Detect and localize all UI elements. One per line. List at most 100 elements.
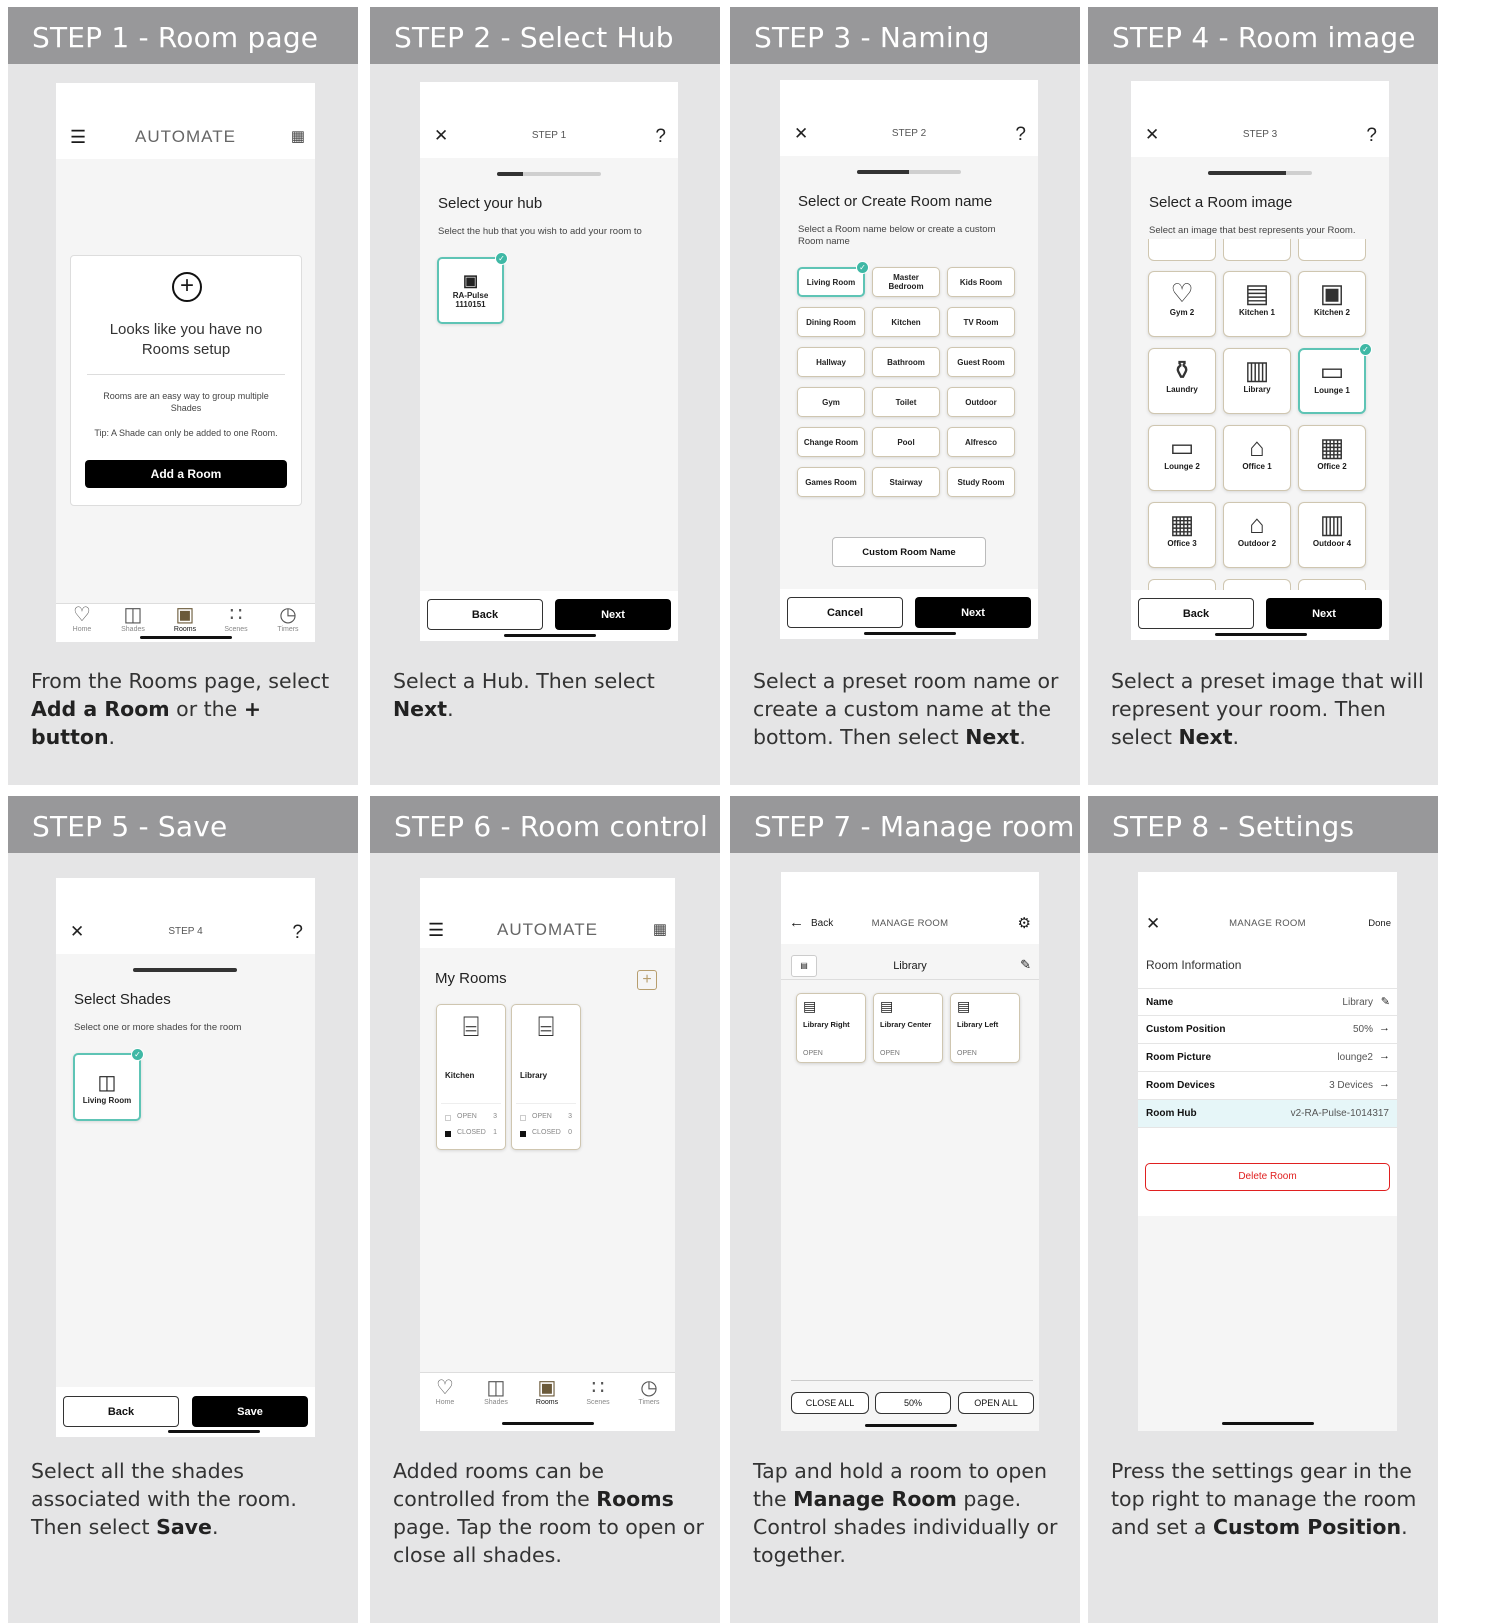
room-image-option[interactable]: ▥ Outdoor 4	[1298, 502, 1366, 568]
settings-row[interactable]: Room Devices 3 Devices →	[1138, 1072, 1397, 1100]
image-tile-partial[interactable]	[1298, 239, 1366, 261]
room-name-option[interactable]: Guest Room	[947, 347, 1015, 377]
room-image-option[interactable]: ▤ Kitchen 1	[1223, 271, 1291, 337]
arrow-right-icon[interactable]: →	[1379, 1050, 1390, 1062]
done-button[interactable]: Done	[1368, 918, 1391, 929]
tab-shades[interactable]: ◫ Shades	[478, 1377, 514, 1406]
next-button[interactable]: Next	[1266, 598, 1382, 629]
edit-pencil-icon[interactable]: ✎	[1381, 995, 1390, 1008]
back-button[interactable]: Back	[1138, 598, 1254, 629]
room-name-option[interactable]: Study Room	[947, 467, 1015, 497]
step-description: Select a preset image that will represen…	[1111, 667, 1424, 751]
room-name-option[interactable]: Alfresco	[947, 427, 1015, 457]
room-name-option[interactable]: Kitchen	[872, 307, 940, 337]
room-image-option[interactable]: ▭ Lounge 1	[1298, 348, 1366, 414]
room-name-option[interactable]: TV Room	[947, 307, 1015, 337]
room-card[interactable]: ⌸ Library OPEN 3 CLOSED 0	[511, 1004, 581, 1150]
shade-tile[interactable]: ◫ Living Room	[73, 1053, 141, 1121]
help-icon[interactable]: ?	[292, 922, 303, 944]
room-image-option[interactable]: ▥ Library	[1223, 348, 1291, 414]
grid-icon[interactable]: ▦	[291, 127, 305, 145]
add-room-icon[interactable]: +	[637, 970, 657, 990]
room-name-option[interactable]: Toilet	[872, 387, 940, 417]
progress-bar	[857, 170, 961, 174]
room-image-option[interactable]: ♡ Gym 2	[1148, 271, 1216, 337]
shade-control-tile[interactable]: ▤ Library Left OPEN	[950, 993, 1020, 1063]
delete-room-button[interactable]: Delete Room	[1145, 1163, 1390, 1191]
back-button[interactable]: Back	[427, 599, 543, 630]
room-name-option[interactable]: Bathroom	[872, 347, 940, 377]
desc-text: .	[447, 697, 454, 721]
tab-rooms[interactable]: ▣ Rooms	[167, 604, 203, 633]
room-name-option[interactable]: Pool	[872, 427, 940, 457]
room-name-option[interactable]: Outdoor	[947, 387, 1015, 417]
hub-tile[interactable]: ▣ RA-Pulse 1110151	[437, 257, 504, 324]
room-name-option[interactable]: Change Room	[797, 427, 865, 457]
clock-icon: ◷	[640, 1377, 658, 1399]
room-name-option[interactable]: Dining Room	[797, 307, 865, 337]
tab-home[interactable]: ♡ Home	[64, 604, 100, 633]
back-button[interactable]: Back	[63, 1396, 179, 1427]
room-name-option[interactable]: Gym	[797, 387, 865, 417]
settings-row[interactable]: Name Library ✎	[1138, 988, 1397, 1016]
closed-label: CLOSED	[457, 1129, 486, 1136]
room-illustration-icon: ♡	[1170, 278, 1194, 308]
room-card[interactable]: ⌸ Kitchen OPEN 3 CLOSED 1	[436, 1004, 506, 1150]
screen-title: Select a Room image	[1149, 194, 1293, 211]
room-name-option[interactable]: Stairway	[872, 467, 940, 497]
next-button[interactable]: Next	[555, 599, 671, 630]
room-image-option[interactable]: ⚱ Laundry	[1148, 348, 1216, 414]
add-room-button[interactable]: Add a Room	[85, 460, 287, 488]
help-icon[interactable]: ?	[1015, 124, 1026, 146]
half-position-button[interactable]: 50%	[875, 1392, 951, 1414]
grid-icon[interactable]: ▦	[653, 920, 667, 938]
custom-room-name-button[interactable]: Custom Room Name	[832, 537, 986, 567]
room-name-option[interactable]: Hallway	[797, 347, 865, 377]
close-all-button[interactable]: CLOSE ALL	[791, 1392, 869, 1414]
closed-count: 1	[493, 1129, 497, 1136]
image-tile-partial[interactable]	[1148, 239, 1216, 261]
room-image-option[interactable]: ▣ Kitchen 2	[1298, 271, 1366, 337]
phone-screen: ✕ STEP 4 ? Select Shades Select one or m…	[56, 878, 315, 1437]
room-image-option[interactable]: ▦ Office 3	[1148, 502, 1216, 568]
shade-control-tile[interactable]: ▤ Library Right OPEN	[796, 993, 866, 1063]
shade-control-tile[interactable]: ▤ Library Center OPEN	[873, 993, 943, 1063]
room-image-option[interactable]: ▭ Lounge 2	[1148, 425, 1216, 491]
step-4-card: STEP 4 - Room image ✕ STEP 3 ? Select a …	[1088, 7, 1438, 785]
help-icon[interactable]: ?	[655, 126, 666, 148]
arrow-right-icon[interactable]: →	[1379, 1022, 1390, 1034]
settings-row[interactable]: Room Hub v2-RA-Pulse-1014317	[1138, 1100, 1397, 1128]
tab-timers[interactable]: ◷ Timers	[270, 604, 306, 633]
arrow-right-icon[interactable]: →	[1379, 1078, 1390, 1090]
open-all-button[interactable]: OPEN ALL	[958, 1392, 1034, 1414]
tab-home[interactable]: ♡ Home	[427, 1377, 463, 1406]
room-name: Library	[893, 960, 927, 972]
room-image-option[interactable]: ⌂ Outdoor 2	[1223, 502, 1291, 568]
tab-shades[interactable]: ◫ Shades	[115, 604, 151, 633]
room-name-option[interactable]: Master Bedroom	[872, 267, 940, 297]
settings-row[interactable]: Custom Position 50% →	[1138, 1016, 1397, 1044]
clock-icon: ◷	[279, 604, 297, 626]
shade-icon: ◫	[123, 604, 143, 626]
help-icon[interactable]: ?	[1366, 125, 1377, 147]
room-name-option[interactable]: Games Room	[797, 467, 865, 497]
room-name-option[interactable]: Kids Room	[947, 267, 1015, 297]
tab-rooms[interactable]: ▣ Rooms	[529, 1377, 565, 1406]
settings-row[interactable]: Room Picture lounge2 →	[1138, 1044, 1397, 1072]
room-image-option[interactable]: ▦ Office 2	[1298, 425, 1366, 491]
edit-pencil-icon[interactable]: ✎	[1020, 957, 1031, 973]
settings-gear-icon[interactable]: ⚙	[1018, 914, 1031, 932]
tab-scenes[interactable]: ∷ Scenes	[218, 604, 254, 633]
plus-circle-icon[interactable]: +	[172, 272, 202, 302]
tab-timers[interactable]: ◷ Timers	[631, 1377, 667, 1406]
save-button[interactable]: Save	[192, 1396, 308, 1427]
cancel-button[interactable]: Cancel	[787, 597, 903, 628]
room-image-option[interactable]: ⌂ Office 1	[1223, 425, 1291, 491]
room-illustration-icon: ▥	[1244, 355, 1270, 385]
next-button[interactable]: Next	[915, 597, 1031, 628]
tab-scenes[interactable]: ∷ Scenes	[580, 1377, 616, 1406]
room-name-option[interactable]: Living Room	[797, 267, 865, 297]
check-icon: ✓	[1359, 343, 1372, 356]
image-tile-partial[interactable]	[1223, 239, 1291, 261]
image-label: Office 1	[1242, 462, 1272, 471]
